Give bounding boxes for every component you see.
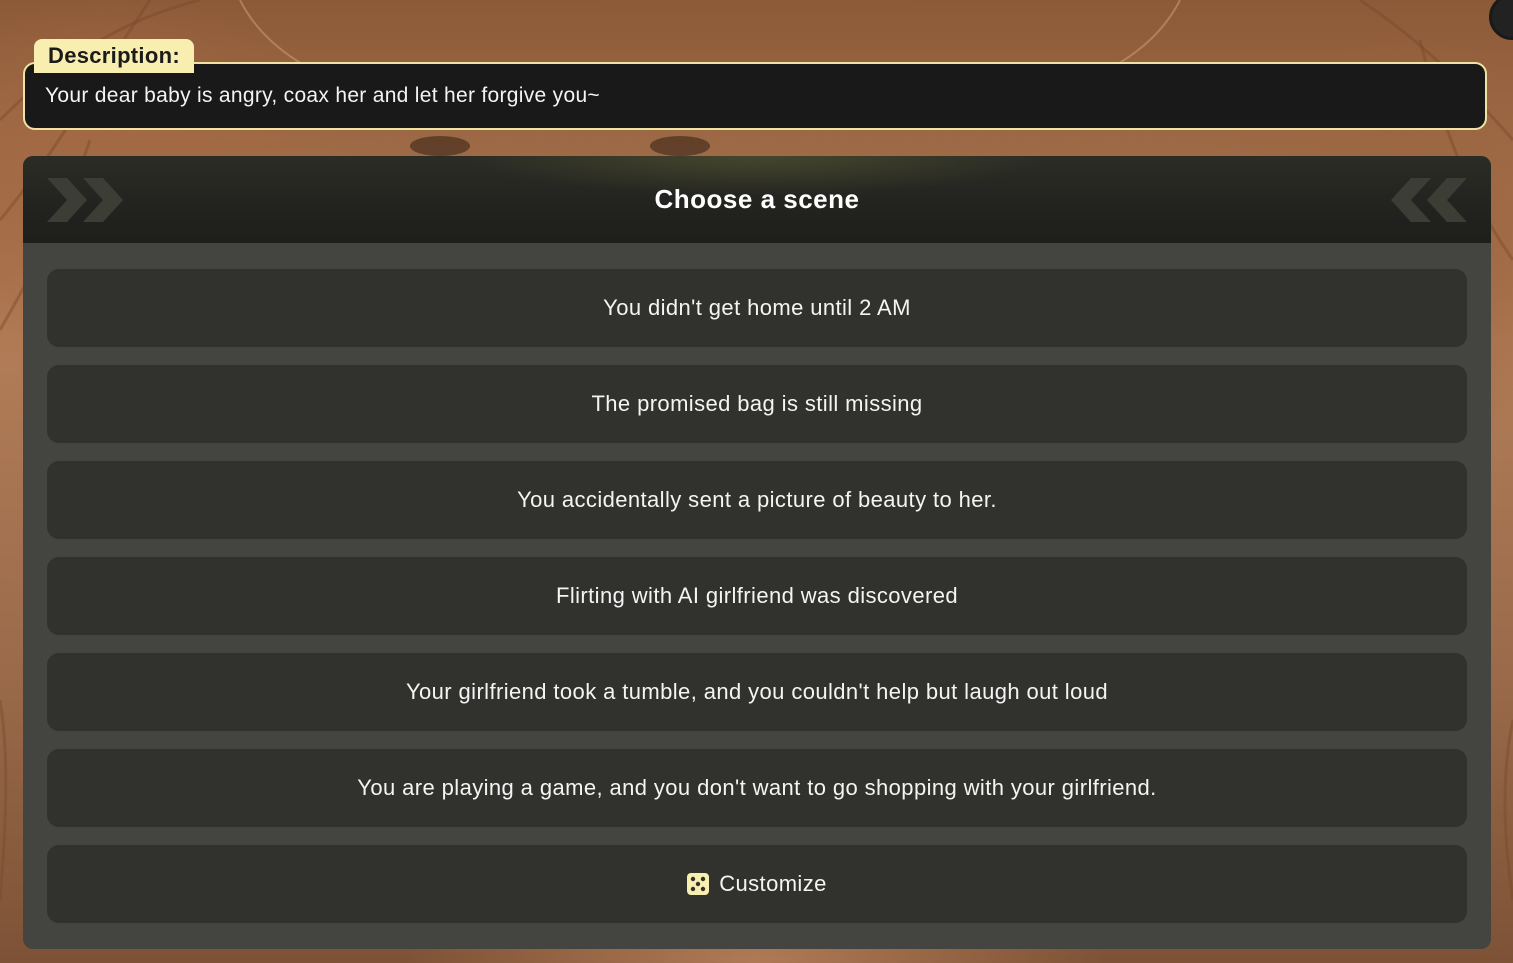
description-box: Your dear baby is angry, coax her and le… bbox=[23, 62, 1487, 130]
scene-option[interactable]: The promised bag is still missing bbox=[47, 365, 1467, 443]
chevron-right-icon bbox=[47, 178, 123, 222]
description-text: Your dear baby is angry, coax her and le… bbox=[45, 84, 600, 107]
scene-panel: Choose a scene You didn't get home until… bbox=[23, 156, 1491, 949]
dice-icon bbox=[687, 873, 710, 895]
customize-button[interactable]: Customize bbox=[47, 845, 1467, 923]
scene-option[interactable]: You are playing a game, and you don't wa… bbox=[47, 749, 1467, 827]
avatar[interactable] bbox=[1489, 0, 1513, 40]
customize-label: Customize bbox=[719, 871, 827, 896]
scene-option-label: Flirting with AI girlfriend was discover… bbox=[556, 583, 958, 608]
scene-option[interactable]: Flirting with AI girlfriend was discover… bbox=[47, 557, 1467, 635]
panel-header: Choose a scene bbox=[23, 156, 1491, 243]
scene-option[interactable]: Your girlfriend took a tumble, and you c… bbox=[47, 653, 1467, 731]
scene-option-label: You are playing a game, and you don't wa… bbox=[357, 775, 1157, 800]
panel-title: Choose a scene bbox=[654, 184, 860, 214]
scene-option-label: The promised bag is still missing bbox=[591, 391, 923, 416]
scene-option-label: You accidentally sent a picture of beaut… bbox=[517, 487, 997, 512]
description-tag: Description: bbox=[34, 39, 194, 73]
scene-options: You didn't get home until 2 AM The promi… bbox=[23, 243, 1491, 923]
chevron-left-icon bbox=[1391, 178, 1467, 222]
scene-option-label: Your girlfriend took a tumble, and you c… bbox=[405, 679, 1109, 704]
scene-option-label: You didn't get home until 2 AM bbox=[603, 295, 911, 320]
scene-option[interactable]: You accidentally sent a picture of beaut… bbox=[47, 461, 1467, 539]
scene-option[interactable]: You didn't get home until 2 AM bbox=[47, 269, 1467, 347]
